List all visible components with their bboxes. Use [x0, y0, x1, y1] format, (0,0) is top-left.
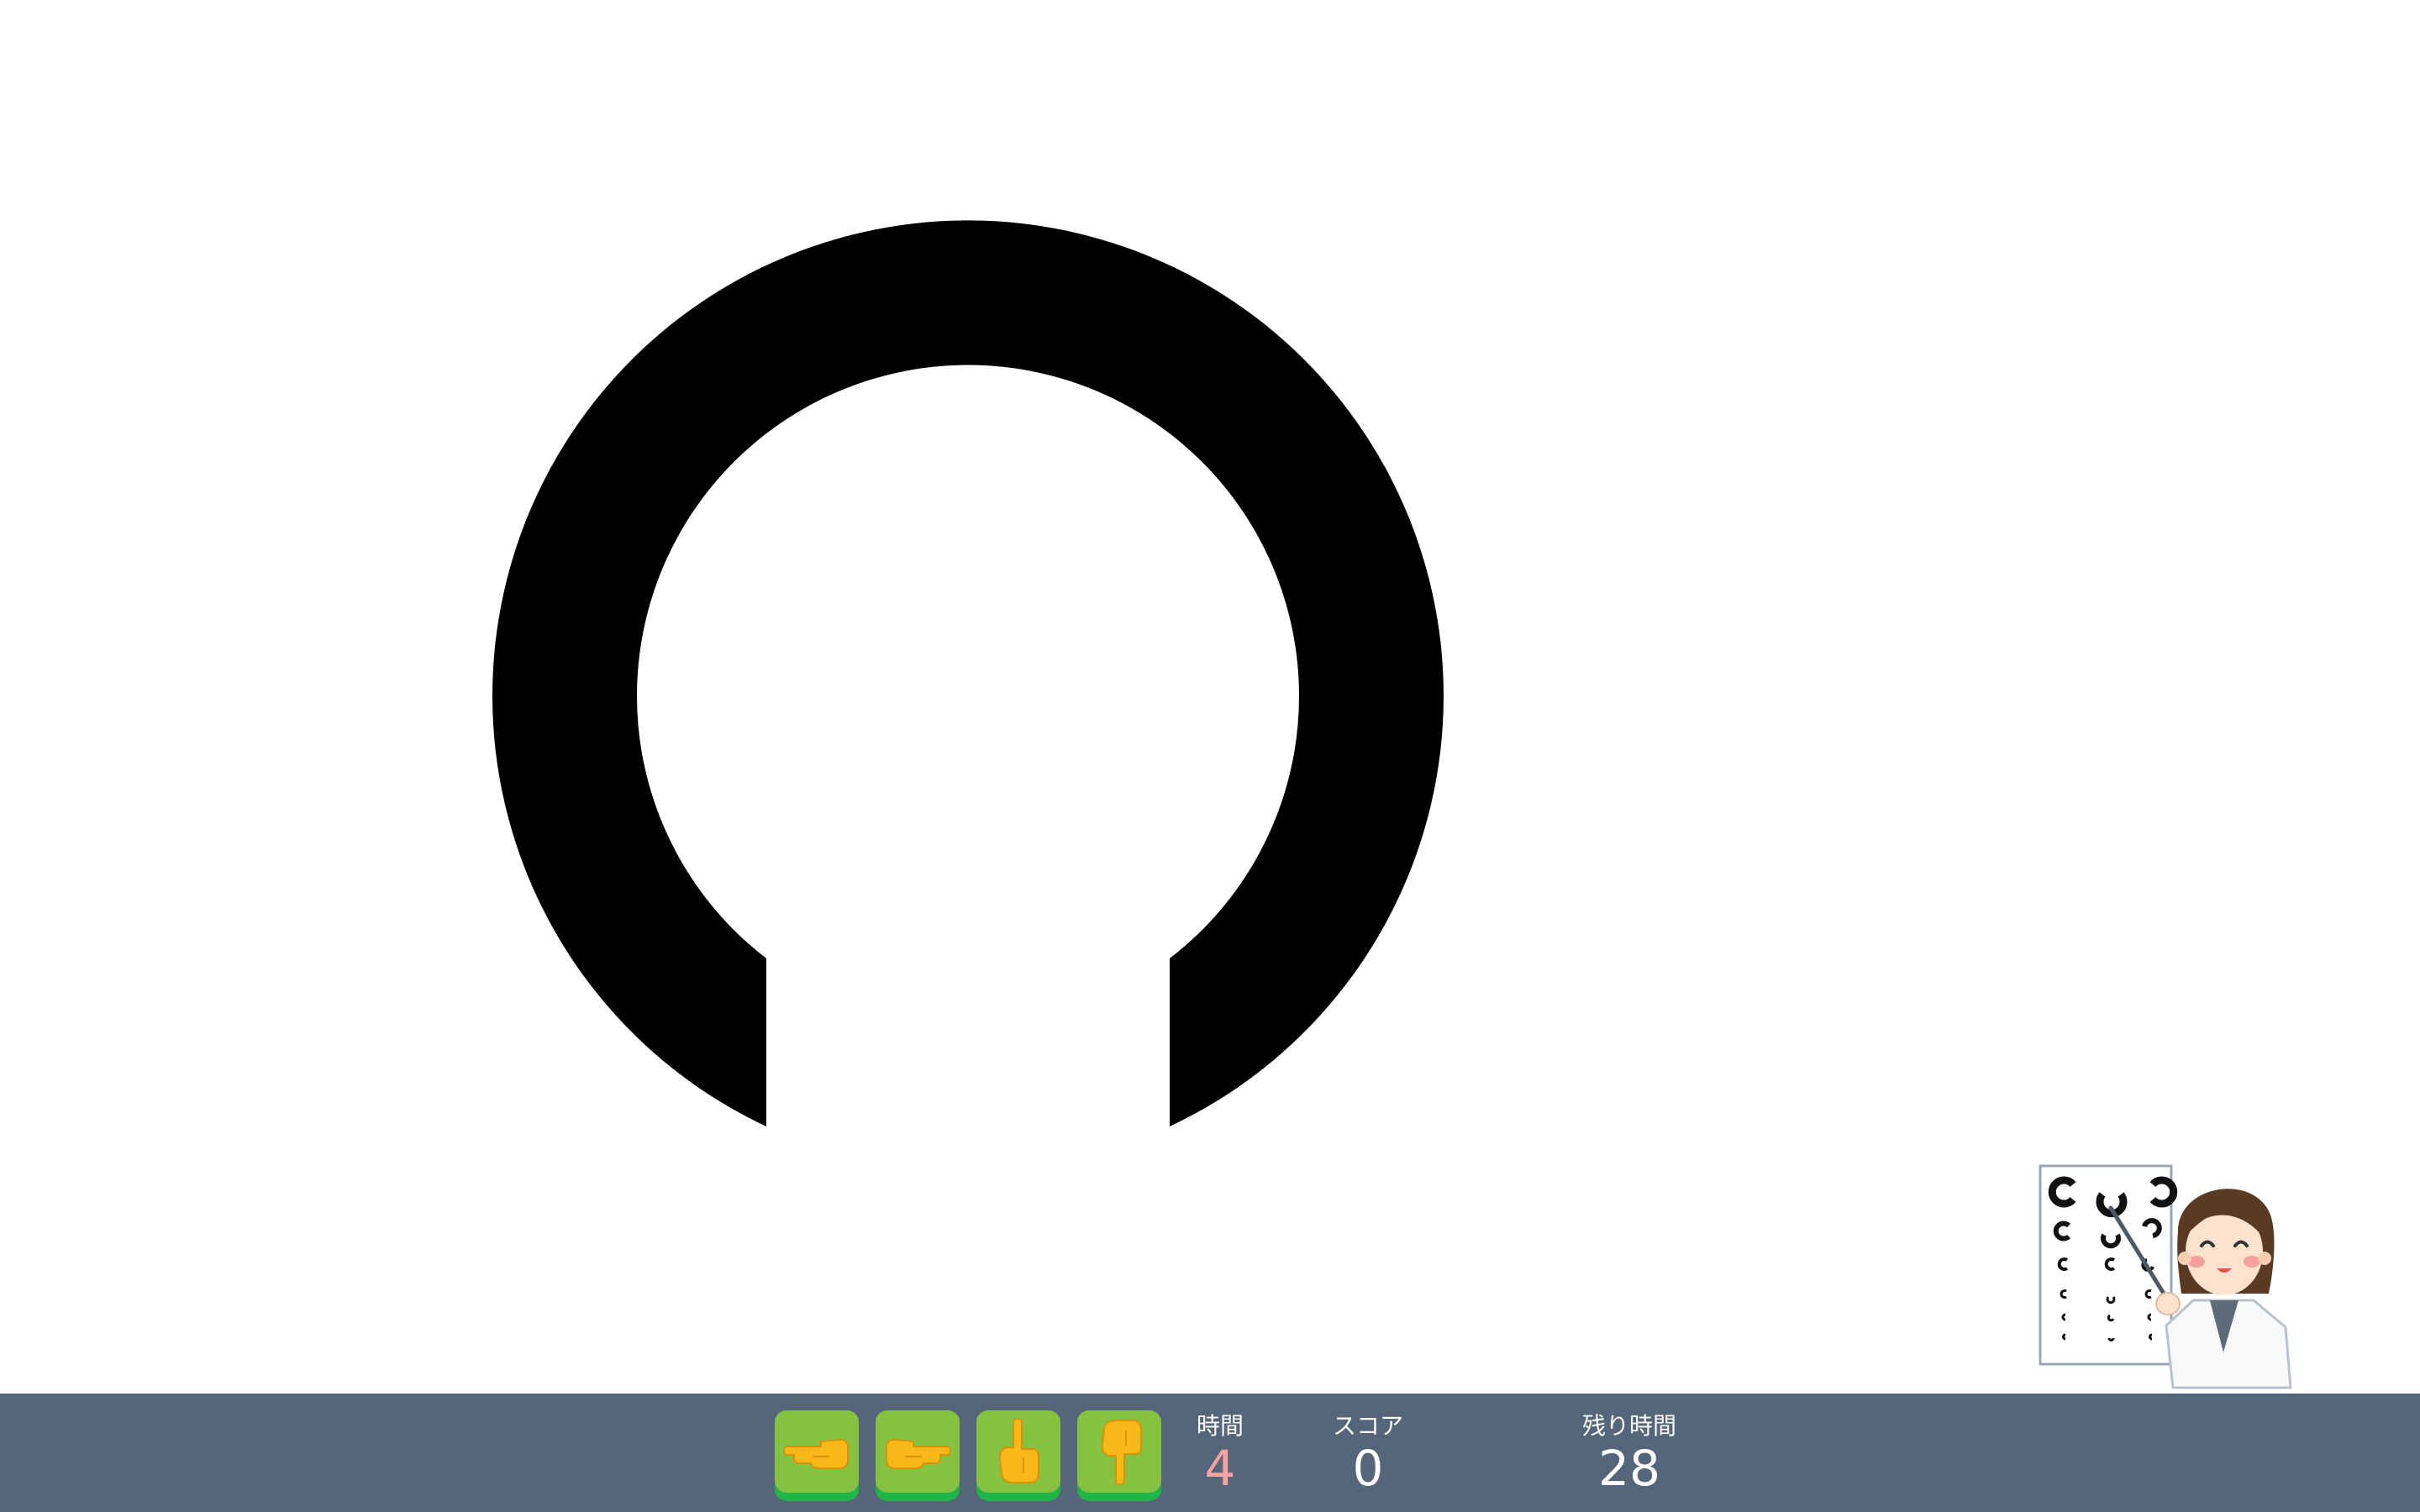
remaining-time-label: 残り時間	[1581, 1412, 1676, 1440]
control-bar: 時間 4 スコア 0 残り時間 28	[0, 1394, 2420, 1512]
answer-down-button[interactable]	[1077, 1410, 1161, 1501]
time-value: 4	[1204, 1440, 1236, 1497]
score-value: 0	[1352, 1440, 1384, 1497]
remaining-time-stat: 残り時間 28	[1566, 1412, 1692, 1496]
time-label: 時間	[1196, 1412, 1244, 1440]
point-right-hand-icon	[886, 1438, 950, 1469]
answer-left-button[interactable]	[775, 1410, 859, 1501]
point-left-hand-icon	[784, 1438, 849, 1469]
point-down-hand-icon	[1101, 1420, 1142, 1484]
remaining-time-value: 28	[1598, 1440, 1660, 1497]
doctor-with-eye-chart-icon	[2039, 1164, 2292, 1389]
score-stat: スコア 0	[1318, 1412, 1418, 1496]
answer-up-button[interactable]	[976, 1410, 1060, 1501]
score-label: スコア	[1332, 1412, 1403, 1440]
point-up-hand-icon	[998, 1419, 1039, 1483]
answer-right-button[interactable]	[876, 1410, 960, 1501]
game-stage	[0, 0, 2420, 1394]
time-stat: 時間 4	[1186, 1412, 1254, 1496]
